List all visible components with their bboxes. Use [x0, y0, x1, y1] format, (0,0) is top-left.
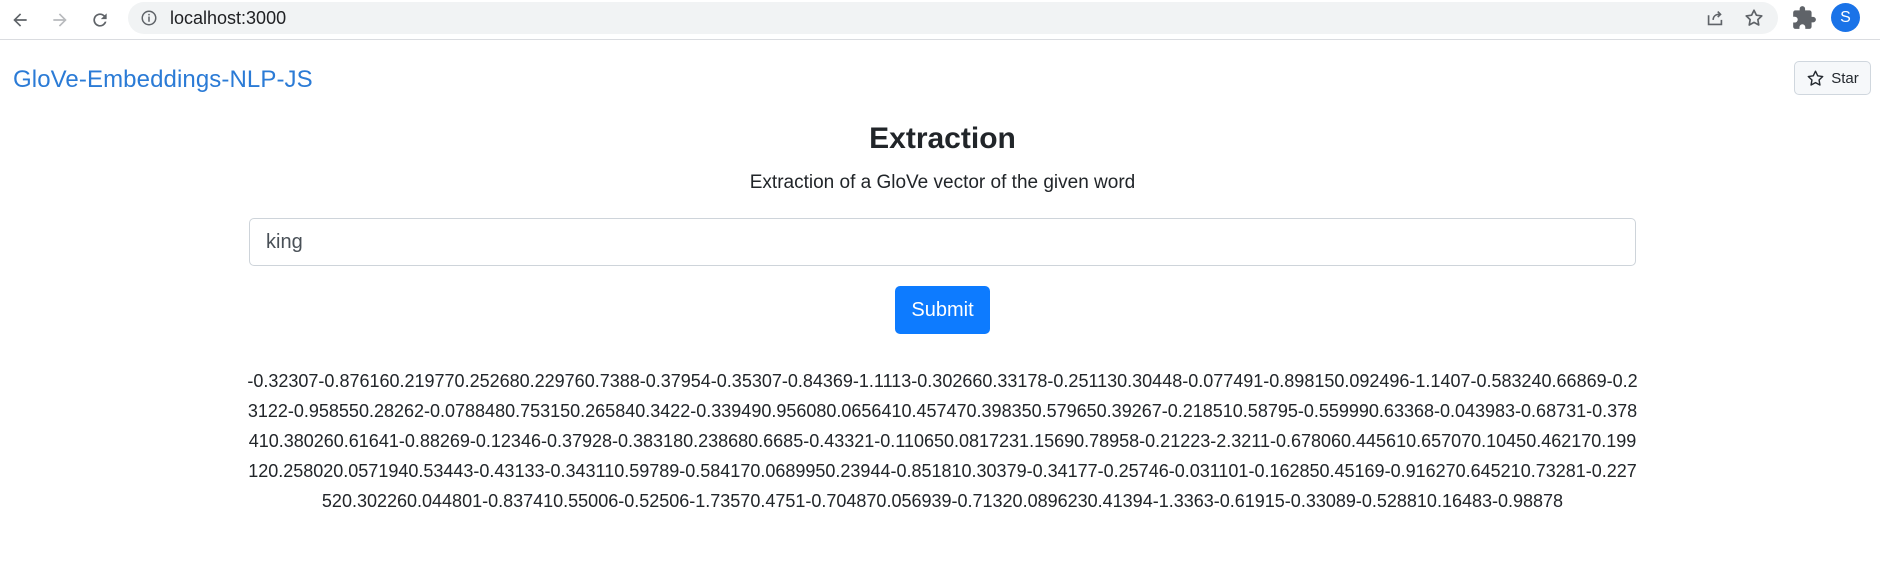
brand-link[interactable]: GloVe-Embeddings-NLP-JS: [13, 66, 313, 94]
page-title: Extraction: [869, 122, 1016, 155]
share-icon[interactable]: [1704, 7, 1726, 29]
info-icon[interactable]: [140, 9, 158, 27]
back-arrow-icon: [13, 13, 27, 27]
profile-avatar[interactable]: S: [1831, 3, 1860, 32]
address-bar[interactable]: localhost:3000: [128, 2, 1778, 34]
back-button[interactable]: [4, 4, 36, 36]
star-label: Star: [1831, 69, 1859, 87]
star-outline-icon: [1807, 70, 1824, 86]
page-subtitle: Extraction of a GloVe vector of the give…: [749, 172, 1136, 193]
forward-button[interactable]: [44, 4, 76, 36]
bookmark-star-icon[interactable]: [1743, 7, 1765, 29]
vector-output: -0.32307-0.876160.219770.252680.229760.7…: [247, 371, 1638, 511]
reload-button[interactable]: [84, 4, 116, 36]
puzzle-icon[interactable]: [1791, 5, 1817, 31]
url-text[interactable]: localhost:3000: [170, 2, 286, 34]
word-input[interactable]: [249, 218, 1636, 266]
browser-toolbar: localhost:3000 S: [0, 0, 1880, 40]
github-star-button[interactable]: Star: [1794, 61, 1871, 95]
reload-icon: [93, 13, 107, 27]
submit-button[interactable]: Submit: [895, 286, 990, 334]
forward-arrow-icon: [53, 13, 67, 27]
